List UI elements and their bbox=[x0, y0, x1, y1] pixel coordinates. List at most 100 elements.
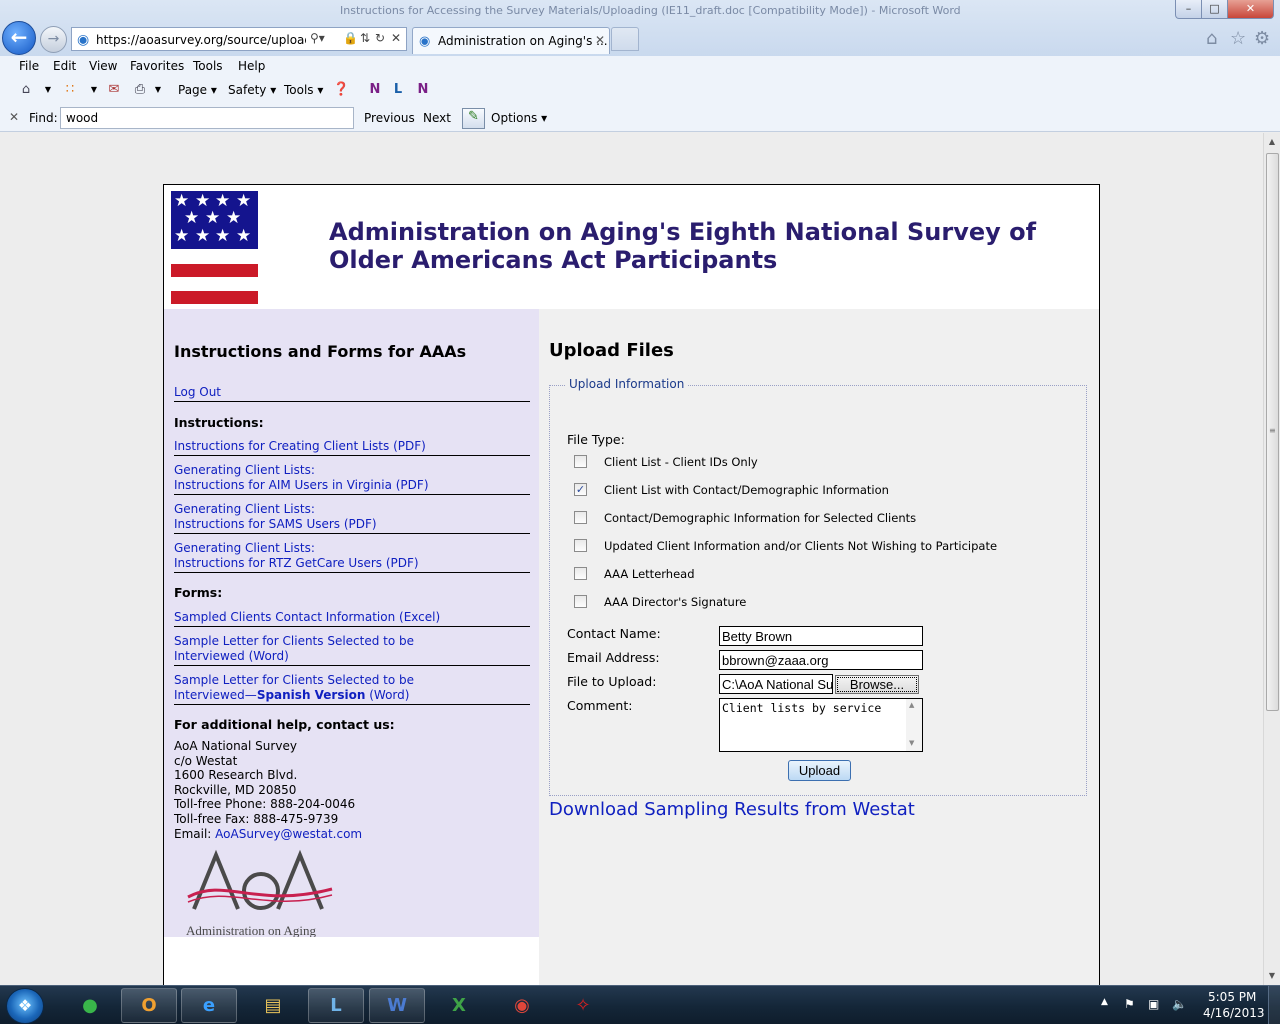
find-previous-button[interactable]: Previous bbox=[364, 111, 415, 125]
comment-scrollbar[interactable]: ▲ ▼ bbox=[906, 699, 922, 751]
find-next-button[interactable]: Next bbox=[423, 111, 451, 125]
star-icon: ★ bbox=[195, 226, 211, 246]
taskbar-app-chrome[interactable]: ◉ bbox=[494, 988, 550, 1023]
folder-icon: ▤ bbox=[264, 995, 282, 1016]
menu-tools[interactable]: Tools bbox=[193, 59, 223, 73]
link-sams-users[interactable]: Generating Client Lists: Instructions fo… bbox=[174, 502, 530, 534]
menu-file[interactable]: File bbox=[19, 59, 39, 73]
close-window-button[interactable]: ✕ bbox=[1227, 0, 1274, 19]
search-icon[interactable]: ⚲▾ bbox=[310, 31, 325, 45]
highlight-icon[interactable]: ✎ bbox=[462, 108, 485, 129]
checkbox-client-ids-only[interactable] bbox=[574, 455, 587, 468]
comment-textarea[interactable]: Client lists by service bbox=[719, 698, 923, 752]
scroll-up-icon[interactable]: ▲ bbox=[1264, 133, 1280, 150]
mail-icon[interactable]: ✉ bbox=[106, 82, 122, 98]
rss-feed-icon[interactable]: ∷ bbox=[62, 82, 78, 98]
checkbox-updated-client-info[interactable] bbox=[574, 539, 587, 552]
checkbox-director-signature[interactable] bbox=[574, 595, 587, 608]
lync-icon: L bbox=[330, 995, 342, 1016]
site-banner: ★ ★ ★ ★ ★ ★ ★ ★ ★ ★ ★ Administration on … bbox=[164, 185, 1099, 309]
lock-icon[interactable]: 🔒 bbox=[343, 31, 358, 45]
forms-heading: Forms: bbox=[174, 585, 223, 600]
menu-view[interactable]: View bbox=[89, 59, 117, 73]
onenote-linked-icon[interactable]: N bbox=[415, 82, 431, 98]
file-path-field[interactable] bbox=[719, 674, 833, 694]
menu-edit[interactable]: Edit bbox=[53, 59, 76, 73]
link-creating-client-lists[interactable]: Instructions for Creating Client Lists (… bbox=[174, 439, 530, 456]
home-icon[interactable]: ⌂ bbox=[18, 82, 34, 98]
taskbar-app-excel[interactable]: X bbox=[431, 988, 487, 1023]
taskbar-app-word[interactable]: W bbox=[369, 988, 425, 1023]
settings-gear-icon[interactable]: ⚙ bbox=[1254, 28, 1270, 49]
link-line: Interviewed (Word) bbox=[174, 649, 289, 663]
tray-expand-icon[interactable]: ▲ bbox=[1101, 997, 1108, 1007]
back-button[interactable]: ← bbox=[2, 21, 36, 55]
find-close-icon[interactable]: ✕ bbox=[9, 110, 19, 124]
link-aim-users[interactable]: Generating Client Lists: Instructions fo… bbox=[174, 463, 530, 495]
ie-tab-icon: ◉ bbox=[419, 34, 431, 49]
checkbox-aaa-letterhead[interactable] bbox=[574, 567, 587, 580]
checkbox-selected-clients[interactable] bbox=[574, 511, 587, 524]
taskbar-app-acrobat[interactable]: ✧ bbox=[555, 988, 611, 1023]
start-button[interactable]: ❖ bbox=[6, 988, 44, 1024]
taskbar-app-lync[interactable]: L bbox=[308, 988, 364, 1023]
contact-email-link[interactable]: AoASurvey@westat.com bbox=[215, 827, 362, 841]
aoa-logo-caption: Administration on Aging bbox=[186, 923, 317, 937]
chevron-down-icon[interactable]: ▼ bbox=[86, 82, 102, 98]
home-icon[interactable]: ⌂ bbox=[1206, 28, 1217, 49]
menu-help[interactable]: Help bbox=[238, 59, 265, 73]
compatibility-icon[interactable]: ⇅ bbox=[360, 31, 370, 45]
menu-favorites[interactable]: Favorites bbox=[130, 59, 184, 73]
browse-button[interactable]: Browse... bbox=[835, 675, 919, 694]
page-scrollbar[interactable]: ▲ ≡ ▼ bbox=[1263, 133, 1280, 985]
scrollbar-thumb[interactable]: ≡ bbox=[1266, 153, 1279, 711]
onenote-icon[interactable]: N bbox=[367, 82, 383, 98]
clock-time[interactable]: 5:05 PM bbox=[1208, 990, 1256, 1004]
help-icon[interactable]: ❓ bbox=[333, 82, 349, 98]
refresh-icon[interactable]: ↻ bbox=[375, 31, 385, 45]
checkbox-contact-demographic[interactable]: ✓ bbox=[574, 483, 587, 496]
link-rtz-getcare-users[interactable]: Generating Client Lists: Instructions fo… bbox=[174, 541, 530, 573]
chevron-down-icon[interactable]: ▼ bbox=[40, 82, 56, 98]
tools-menu[interactable]: Tools ▾ bbox=[284, 83, 323, 97]
stop-icon[interactable]: ✕ bbox=[391, 31, 401, 45]
volume-icon[interactable]: 🔈 bbox=[1172, 997, 1187, 1011]
taskbar-app-ie[interactable]: e bbox=[181, 988, 237, 1023]
forward-arrow-icon: → bbox=[47, 31, 60, 47]
address-text[interactable]: https://aoasurvey.org/source/uploadda bbox=[96, 33, 306, 47]
chevron-down-icon[interactable]: ▼ bbox=[150, 82, 166, 98]
logout-link[interactable]: Log Out bbox=[174, 385, 530, 402]
clock-date[interactable]: 4/16/2013 bbox=[1203, 1006, 1265, 1020]
maximize-button[interactable]: □ bbox=[1201, 0, 1228, 19]
link-sample-letter-spanish[interactable]: Sample Letter for Clients Selected to be… bbox=[174, 673, 530, 705]
scroll-down-icon[interactable]: ▼ bbox=[909, 739, 914, 747]
contact-name-field[interactable] bbox=[719, 626, 923, 646]
lync-icon[interactable]: L bbox=[390, 82, 406, 98]
tab-active[interactable]: ◉ Administration on Aging's ... ✕ bbox=[412, 27, 610, 54]
address-bar[interactable]: ◉ https://aoasurvey.org/source/uploadda … bbox=[71, 27, 407, 51]
print-icon[interactable]: ⎙ bbox=[132, 82, 148, 98]
forward-button[interactable]: → bbox=[40, 26, 67, 53]
new-tab-button[interactable] bbox=[611, 27, 639, 51]
page-menu[interactable]: Page ▾ bbox=[178, 83, 217, 97]
network-icon[interactable]: ▣ bbox=[1148, 997, 1159, 1011]
taskbar-app-outlook[interactable]: O bbox=[121, 988, 177, 1023]
action-center-flag-icon[interactable]: ⚑ bbox=[1124, 997, 1135, 1011]
minimize-button[interactable]: – bbox=[1175, 0, 1202, 19]
show-desktop-button[interactable] bbox=[1268, 986, 1280, 1024]
back-arrow-icon: ← bbox=[10, 25, 28, 49]
find-options-button[interactable]: Options ▾ bbox=[491, 111, 547, 125]
download-results-link[interactable]: Download Sampling Results from Westat bbox=[549, 799, 915, 820]
scroll-down-icon[interactable]: ▼ bbox=[1264, 967, 1280, 984]
taskbar-app-explorer[interactable]: ▤ bbox=[245, 988, 301, 1023]
favorites-star-icon[interactable]: ☆ bbox=[1230, 28, 1246, 49]
scroll-up-icon[interactable]: ▲ bbox=[909, 701, 914, 709]
upload-button[interactable]: Upload bbox=[788, 760, 851, 781]
tab-close-icon[interactable]: ✕ bbox=[595, 33, 605, 47]
link-sampled-clients-excel[interactable]: Sampled Clients Contact Information (Exc… bbox=[174, 610, 530, 627]
link-sample-letter-word[interactable]: Sample Letter for Clients Selected to be… bbox=[174, 634, 530, 666]
safety-menu[interactable]: Safety ▾ bbox=[228, 83, 276, 97]
taskbar-app-globe[interactable]: ● bbox=[62, 988, 118, 1023]
email-field[interactable] bbox=[719, 650, 923, 670]
find-input[interactable] bbox=[60, 107, 354, 129]
